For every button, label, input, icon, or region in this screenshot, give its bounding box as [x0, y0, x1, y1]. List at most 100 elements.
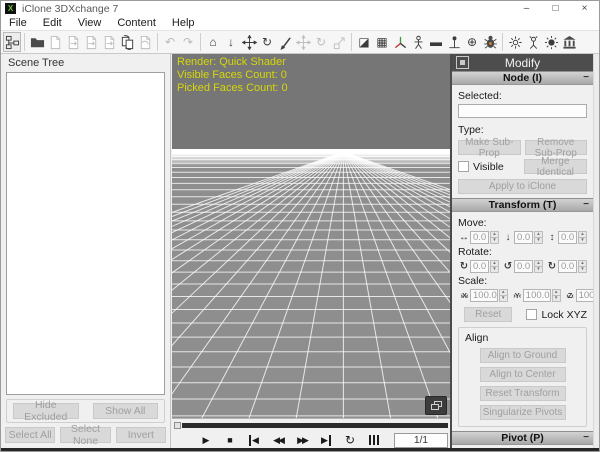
- make-sub-prop-button[interactable]: Make Sub-Prop: [458, 140, 521, 155]
- selected-node-field[interactable]: [458, 104, 587, 118]
- rotate-z-field[interactable]: 0.0: [558, 260, 577, 273]
- scale-y-spinner[interactable]: [552, 289, 561, 302]
- pivot-section-bar[interactable]: Pivot (P) −: [452, 431, 593, 445]
- axis-display-button[interactable]: [391, 32, 409, 52]
- app-window: X iClone 3DXchange 7 – □ × File Edit Vie…: [0, 0, 600, 452]
- plane-display-button[interactable]: ▬: [427, 32, 445, 52]
- camera-pan-button[interactable]: [240, 32, 258, 52]
- select-none-button[interactable]: Select None: [60, 427, 110, 443]
- timeline-handle[interactable]: [174, 422, 181, 429]
- move-y-field[interactable]: 0.0: [514, 231, 533, 244]
- rotate-x-field[interactable]: 0.0: [470, 260, 489, 273]
- creature-display-button[interactable]: [481, 32, 499, 52]
- menu-content[interactable]: Content: [109, 17, 164, 29]
- apply-to-iclone-button[interactable]: Apply to iClone: [458, 179, 587, 194]
- scale-z-field[interactable]: 100.0: [576, 289, 593, 302]
- loop-button[interactable]: ↻: [338, 433, 362, 448]
- close-button[interactable]: ×: [570, 1, 599, 16]
- first-frame-icon: ◀: [249, 435, 259, 446]
- sun-light-button[interactable]: [542, 32, 560, 52]
- reset-transform-button[interactable]: Reset Transform: [480, 386, 566, 401]
- menu-edit[interactable]: Edit: [35, 17, 70, 29]
- export-fbx-button[interactable]: [82, 32, 100, 52]
- pick-tool-button[interactable]: [276, 32, 294, 52]
- fast-forward-button[interactable]: ▶▶: [290, 433, 314, 448]
- viewport-maximize-button[interactable]: [425, 396, 447, 415]
- scene-tree-view[interactable]: [6, 72, 165, 395]
- open-file-button[interactable]: [28, 32, 46, 52]
- collapse-icon[interactable]: −: [583, 72, 589, 83]
- face-shade-button[interactable]: ◪: [355, 32, 373, 52]
- frame-counter-field[interactable]: 1/1: [394, 433, 448, 448]
- transform-section-bar[interactable]: Transform (T) −: [452, 198, 593, 212]
- rotate-x-spinner[interactable]: [490, 260, 499, 273]
- frames-mode-button[interactable]: [362, 433, 386, 448]
- scene-tree-icon: [5, 35, 20, 50]
- camera-home-button[interactable]: ⌂: [204, 32, 222, 52]
- menu-view[interactable]: View: [70, 17, 110, 29]
- pick-pen-icon: [278, 35, 293, 50]
- scale-x-spinner[interactable]: [499, 289, 508, 302]
- convert-button[interactable]: [118, 32, 136, 52]
- remove-sub-prop-button[interactable]: Remove Sub-Prop: [525, 140, 588, 155]
- move-z-field[interactable]: 0.0: [558, 231, 577, 244]
- singularize-pivots-button[interactable]: Singularize Pivots: [480, 405, 566, 420]
- point-light-button[interactable]: [506, 32, 524, 52]
- merge-identical-button[interactable]: Merge Identical: [524, 159, 588, 174]
- move-y-spinner[interactable]: [534, 231, 543, 244]
- scene-tree-toggle-button[interactable]: [3, 32, 21, 52]
- export-page-icon: [48, 35, 63, 50]
- select-all-button[interactable]: Select All: [5, 427, 55, 443]
- timeline-track[interactable]: [182, 423, 448, 428]
- invert-button[interactable]: Invert: [116, 427, 166, 443]
- rotate-y-spinner[interactable]: [534, 260, 543, 273]
- move-x-field[interactable]: 0.0: [470, 231, 489, 244]
- scale-y-field[interactable]: 100.0: [523, 289, 551, 302]
- align-to-center-button[interactable]: Align to Center: [480, 367, 566, 382]
- move-x-spinner[interactable]: [490, 231, 499, 244]
- last-frame-button[interactable]: ▶: [314, 433, 338, 448]
- visible-checkbox[interactable]: [458, 161, 469, 172]
- rotate-tool-button[interactable]: ↻: [312, 32, 330, 52]
- maximize-button[interactable]: □: [541, 1, 570, 16]
- show-all-button[interactable]: Show All: [93, 403, 159, 419]
- float-panel-icon[interactable]: [456, 56, 469, 69]
- grid-toggle-button[interactable]: ▦: [373, 32, 391, 52]
- viewport-3d[interactable]: Render: Quick Shader Visible Faces Count…: [172, 54, 450, 418]
- zoom-fit-button[interactable]: ↓: [222, 32, 240, 52]
- rotate-z-spinner[interactable]: [578, 260, 587, 273]
- collapse-icon[interactable]: −: [583, 432, 589, 443]
- minimize-button[interactable]: –: [512, 1, 541, 16]
- scale-tool-button[interactable]: [330, 32, 348, 52]
- menu-file[interactable]: File: [1, 17, 35, 29]
- reset-button[interactable]: Reset: [464, 307, 512, 322]
- camera-orbit-button[interactable]: ↻: [258, 32, 276, 52]
- align-to-ground-button[interactable]: Align to Ground: [480, 348, 566, 363]
- export-prop-button[interactable]: [46, 32, 64, 52]
- stage-button[interactable]: [560, 32, 578, 52]
- play-icon: ▶: [203, 435, 210, 446]
- panel-scrollbar[interactable]: [593, 54, 599, 448]
- export-obj-button[interactable]: [64, 32, 82, 52]
- play-button[interactable]: ▶: [194, 433, 218, 448]
- scale-x-field[interactable]: 100.0: [470, 289, 498, 302]
- menu-help[interactable]: Help: [164, 17, 203, 29]
- spot-light-button[interactable]: [524, 32, 542, 52]
- move-z-spinner[interactable]: [578, 231, 587, 244]
- rewind-button[interactable]: ◀◀: [266, 433, 290, 448]
- lock-xyz-checkbox[interactable]: [526, 309, 537, 320]
- node-section-bar[interactable]: Node (I) −: [452, 71, 593, 85]
- redo-button[interactable]: ↷: [179, 32, 197, 52]
- move-tool-button[interactable]: [294, 32, 312, 52]
- rotate-y-field[interactable]: 0.0: [514, 260, 533, 273]
- pivot-display-button[interactable]: [445, 32, 463, 52]
- export-current-button[interactable]: [136, 32, 154, 52]
- bone-display-button[interactable]: [409, 32, 427, 52]
- undo-button[interactable]: ↶: [161, 32, 179, 52]
- first-frame-button[interactable]: ◀: [242, 433, 266, 448]
- globe-display-button[interactable]: ⊕: [463, 32, 481, 52]
- export-all-button[interactable]: [100, 32, 118, 52]
- stop-button[interactable]: ■: [218, 433, 242, 448]
- hide-excluded-button[interactable]: Hide Excluded: [13, 403, 79, 419]
- collapse-icon[interactable]: −: [583, 199, 589, 210]
